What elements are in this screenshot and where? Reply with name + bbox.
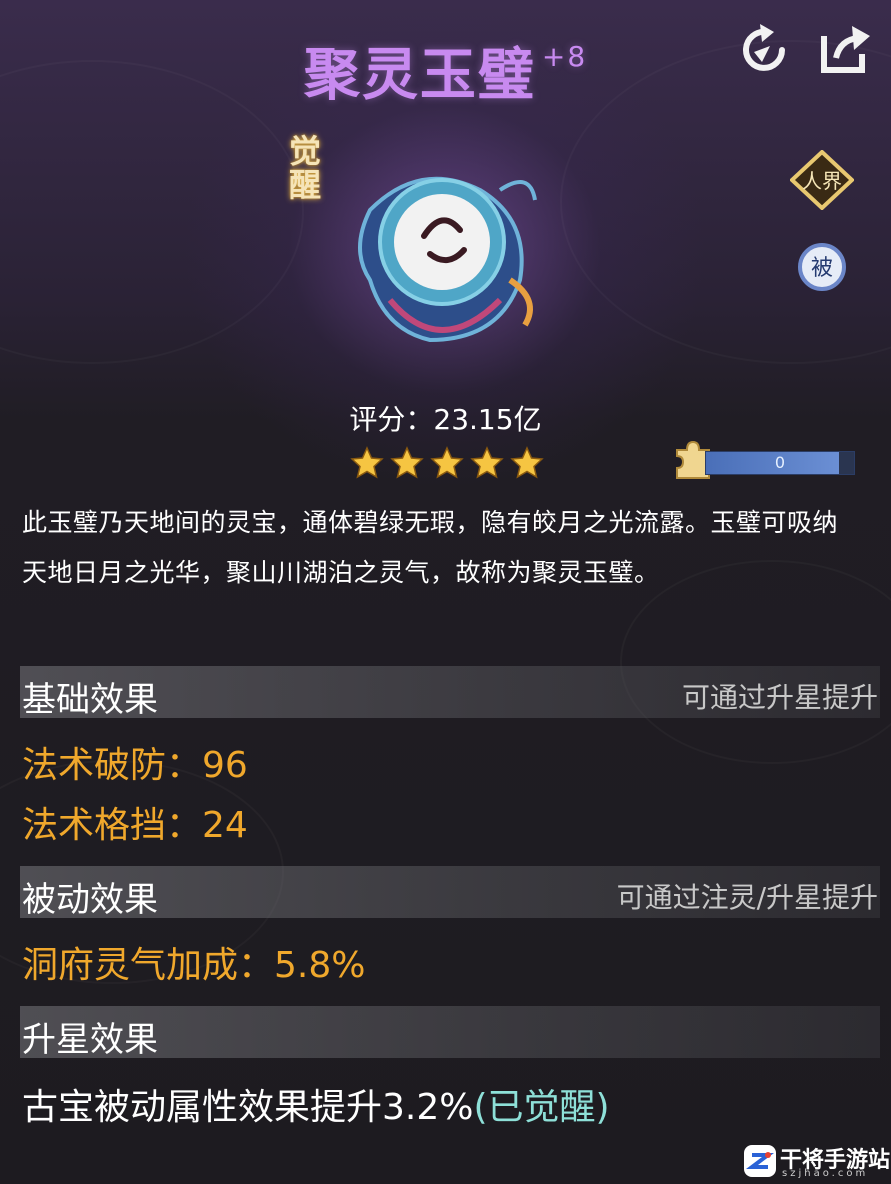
share-icon[interactable]: [818, 22, 874, 78]
star-icon: [350, 446, 384, 479]
star-rating: [350, 446, 550, 480]
star-effect-text: 古宝被动属性效果提升3.2%(已觉醒): [22, 1078, 610, 1130]
stat-magic-block: 法术格挡：24: [22, 805, 248, 846]
realm-badge[interactable]: 人界: [789, 149, 855, 211]
star-icon: [430, 446, 464, 479]
realm-badge-label: 人界: [802, 169, 842, 193]
artifact-jade-disc-icon: [330, 150, 550, 350]
refresh-arrow-icon[interactable]: [736, 22, 792, 78]
watermark-logo-icon: [744, 1145, 776, 1177]
star-icon: [510, 446, 544, 479]
star-icon: [390, 446, 424, 479]
stat-magic-penetration: 法术破防：96: [22, 745, 248, 786]
item-description: 此玉璧乃天地间的灵宝，通体碧绿无瑕，隐有皎月之光流露。玉璧可吸纳天地日月之光华，…: [22, 508, 839, 587]
item-level: +8: [541, 40, 588, 73]
score-text: 评分：23.15亿: [349, 403, 542, 436]
passive-effect-hint: 可通过注灵/升星提升: [616, 881, 878, 914]
watermark-sub: szjhao.com: [782, 1168, 869, 1179]
passive-effect-title: 被动效果: [22, 880, 158, 920]
awaken-tag: 觉醒: [284, 134, 322, 202]
watermark: 干将手游站 szjhao.com: [742, 1140, 890, 1182]
star-icon: [470, 446, 504, 479]
star-effect-value: 古宝被动属性效果提升3.2%: [22, 1087, 474, 1128]
fragment-progress-bar: 0: [705, 451, 855, 475]
fragment-count: 0: [774, 453, 786, 472]
star-effect-title: 升星效果: [22, 1020, 158, 1060]
passive-effect-header: 被动效果 可通过注灵/升星提升: [20, 866, 880, 920]
passive-badge[interactable]: 被: [797, 242, 847, 292]
basic-effect-hint: 可通过升星提升: [681, 681, 878, 714]
item-name: 聚灵玉璧: [303, 43, 536, 108]
awakened-label: (已觉醒): [473, 1087, 610, 1128]
star-effect-header: 升星效果: [20, 1006, 880, 1060]
basic-effect-header: 基础效果 可通过升星提升: [20, 666, 880, 720]
basic-effect-title: 基础效果: [22, 680, 158, 720]
passive-badge-label: 被: [811, 256, 833, 281]
stat-cave-spirit-bonus: 洞府灵气加成：5.8%: [22, 945, 366, 986]
